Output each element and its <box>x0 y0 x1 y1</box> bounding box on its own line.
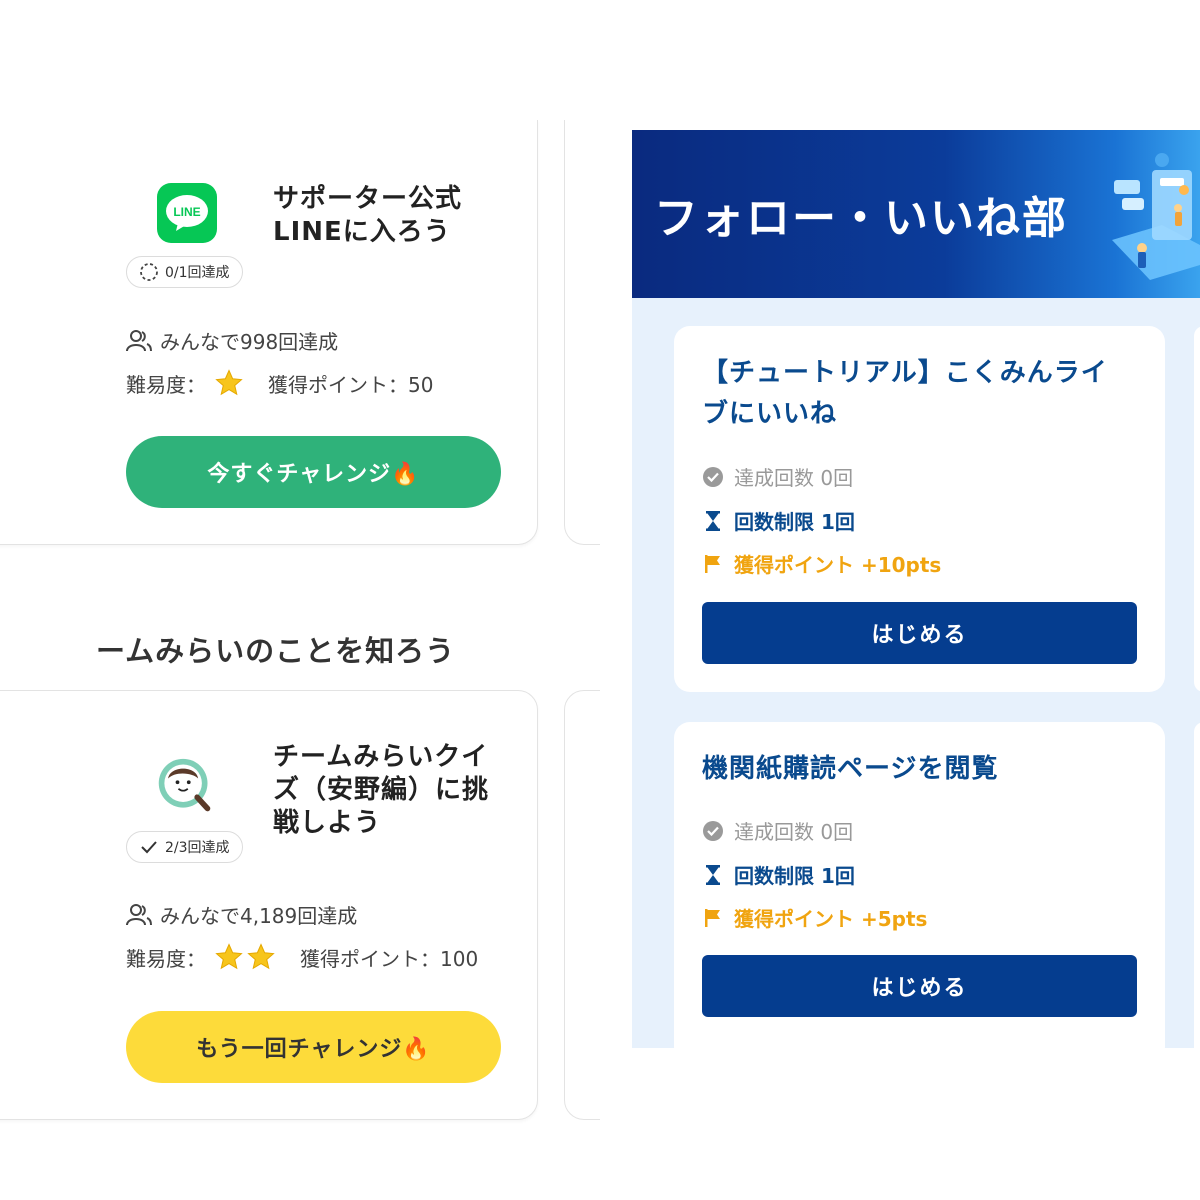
mission-title: チームみらいクイ ズ（安野編）に挑 戦しよう <box>273 742 490 838</box>
challenge-again-button[interactable]: もう一回チャレンジ🔥 <box>126 1011 501 1083</box>
challenge-now-button[interactable]: 今すぐチャレンジ🔥 <box>126 436 501 508</box>
start-button[interactable]: はじめる <box>702 602 1137 664</box>
points-earned: 獲得ポイント +5pts <box>702 903 927 932</box>
progress-text: 0/1回達成 <box>165 265 230 281</box>
start-button[interactable]: はじめる <box>702 955 1137 1017</box>
dashed-circle-icon <box>140 263 158 281</box>
check-circle-icon <box>703 466 723 487</box>
line-app-icon: LINE <box>157 183 217 243</box>
points-label: 獲得ポイント：50 <box>268 372 434 397</box>
progress-badge: 0/1回達成 <box>126 256 243 288</box>
difficulty-label: 難易度： <box>126 946 206 971</box>
hourglass-icon <box>706 864 720 885</box>
right-panel: フォロー・いいね部 【チュートリアル】こくみんライ ブにいいね 達成回数 0回 <box>632 130 1200 1048</box>
progress-text: 2/3回達成 <box>165 840 230 856</box>
left-panel: LINE 0/1回達成 サポーター公式 LINEに入ろう みんなで998回達成 … <box>0 0 600 1200</box>
club-banner: フォロー・いいね部 <box>632 130 1200 298</box>
limit-count: 回数制限 1回 <box>702 860 855 889</box>
points-earned: 獲得ポイント +10pts <box>702 549 941 578</box>
star-icon <box>247 943 275 970</box>
quiz-mascot-icon <box>155 756 215 816</box>
next-card-edge <box>564 690 600 1120</box>
hourglass-icon <box>706 510 720 531</box>
mission-title: サポーター公式 LINEに入ろう <box>273 184 463 247</box>
difficulty-points: 難易度： 獲得ポイント：50 <box>126 368 433 398</box>
achieved-count: 達成回数 0回 <box>702 816 853 845</box>
achieved-count: 達成回数 0回 <box>702 462 853 491</box>
star-icon <box>215 943 243 970</box>
social-media-illustration-icon <box>1112 153 1200 280</box>
points-label: 獲得ポイント：100 <box>300 946 479 971</box>
difficulty-label: 難易度： <box>126 372 206 397</box>
everyone-count: みんなで998回達成 <box>126 326 338 355</box>
next-card-edge <box>564 120 600 545</box>
mission-title: 【チュートリアル】こくみんライ ブにいいね <box>702 358 1108 429</box>
mission-title: 機関紙購読ページを閲覧 <box>702 754 999 784</box>
progress-badge: 2/3回達成 <box>126 831 243 863</box>
users-icon <box>126 329 152 351</box>
users-icon <box>126 903 152 925</box>
banner-title: フォロー・いいね部 <box>654 193 1068 244</box>
star-icon <box>215 369 243 396</box>
check-circle-icon <box>703 820 723 841</box>
next-card-edge <box>1194 326 1200 692</box>
flag-icon <box>705 908 720 927</box>
next-card-edge <box>1194 722 1200 1048</box>
everyone-count: みんなで4,189回達成 <box>126 900 357 929</box>
limit-count: 回数制限 1回 <box>702 506 855 535</box>
svg-text:LINE: LINE <box>173 205 200 219</box>
section-title: ームみらいのことを知ろう <box>96 634 456 668</box>
check-icon <box>141 841 157 854</box>
flag-icon <box>705 554 720 573</box>
difficulty-points: 難易度： 獲得ポイント：100 <box>126 942 478 972</box>
